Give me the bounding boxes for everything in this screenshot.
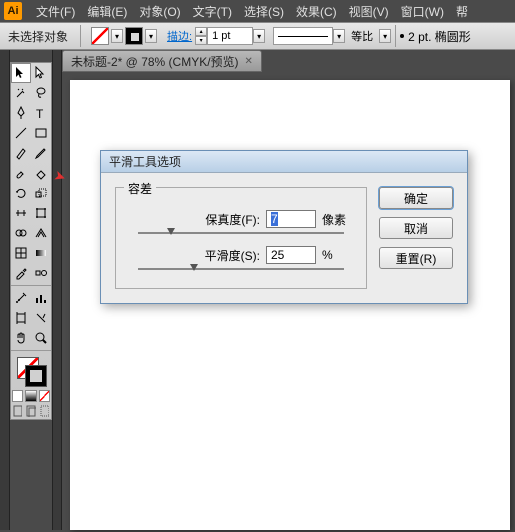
blob-brush-tool[interactable] — [11, 163, 31, 183]
separator — [395, 25, 396, 47]
smoothness-label: 平滑度(S): — [190, 247, 260, 264]
fidelity-slider[interactable] — [138, 232, 344, 234]
ratio-dropdown[interactable]: ▾ — [379, 29, 391, 43]
draw-inside-icon[interactable] — [40, 405, 49, 417]
eyedropper-tool[interactable] — [11, 263, 31, 283]
stroke-dropdown[interactable]: ▾ — [145, 29, 157, 43]
draw-mode-row — [11, 403, 51, 419]
fidelity-input[interactable]: 7 — [266, 210, 316, 228]
fidelity-value: 7 — [271, 212, 278, 226]
fill-dropdown[interactable]: ▾ — [111, 29, 123, 43]
selection-tool[interactable] — [11, 63, 31, 83]
dialog-title: 平滑工具选项 — [101, 151, 467, 173]
ok-button[interactable]: 确定 — [379, 187, 453, 209]
smoothness-unit: % — [322, 248, 352, 262]
close-tab-icon[interactable]: ✕ — [245, 56, 253, 67]
lasso-tool[interactable] — [31, 83, 51, 103]
stroke-link[interactable]: 描边: — [167, 28, 192, 44]
svg-text:T: T — [36, 107, 44, 120]
slice-tool[interactable] — [31, 308, 51, 328]
fill-stroke-swatches: ▾ ▾ — [91, 27, 157, 45]
left-dock-strip-2 — [52, 50, 62, 530]
menu-edit[interactable]: 编辑(E) — [81, 1, 133, 22]
eraser-tool[interactable] — [31, 163, 51, 183]
smooth-tool-options-dialog: 平滑工具选项 容差 保真度(F): 7 像素 平滑度(S): 25 % 确定 取… — [100, 150, 468, 304]
shape-builder-tool[interactable] — [11, 223, 31, 243]
direct-selection-tool[interactable] — [31, 63, 51, 83]
no-selection-label: 未选择对象 — [0, 28, 76, 45]
app-icon: Ai — [4, 2, 22, 20]
brush-preview[interactable] — [273, 27, 333, 45]
paintbrush-tool[interactable] — [11, 143, 31, 163]
symbol-sprayer-tool[interactable] — [11, 288, 31, 308]
artboard-tool[interactable] — [11, 308, 31, 328]
shape-label: 2 pt. 椭圆形 — [408, 28, 471, 45]
smoothness-slider[interactable] — [138, 268, 344, 270]
separator — [80, 25, 81, 47]
draw-normal-icon[interactable] — [13, 405, 22, 417]
gradient-tool[interactable] — [31, 243, 51, 263]
smoothness-value: 25 — [271, 248, 284, 262]
left-dock-strip — [0, 50, 10, 530]
rotate-tool[interactable] — [11, 183, 31, 203]
width-tool[interactable] — [11, 203, 31, 223]
menu-view[interactable]: 视图(V) — [343, 1, 395, 22]
dot-icon — [400, 34, 404, 38]
tolerance-fieldset: 容差 保真度(F): 7 像素 平滑度(S): 25 % — [115, 187, 367, 289]
perspective-grid-tool[interactable] — [31, 223, 51, 243]
ratio-label[interactable]: 等比 — [351, 28, 373, 44]
menu-window[interactable]: 窗口(W) — [395, 1, 450, 22]
fill-stroke-control[interactable] — [11, 353, 51, 389]
color-mode-normal[interactable] — [12, 390, 23, 402]
menu-file[interactable]: 文件(F) — [30, 1, 81, 22]
menu-bar: Ai 文件(F) 编辑(E) 对象(O) 文字(T) 选择(S) 效果(C) 视… — [0, 0, 515, 22]
fidelity-label: 保真度(F): — [190, 211, 260, 228]
fidelity-unit: 像素 — [322, 211, 352, 228]
free-transform-tool[interactable] — [31, 203, 51, 223]
hand-tool[interactable] — [11, 328, 31, 348]
stroke-swatch[interactable] — [125, 27, 143, 45]
fieldset-legend: 容差 — [124, 180, 156, 197]
pencil-tool[interactable] — [31, 143, 51, 163]
tool-separator — [11, 350, 51, 351]
pen-tool[interactable] — [11, 103, 31, 123]
toolbox: T — [10, 62, 52, 420]
pt-dropdown[interactable]: ▾ — [253, 29, 265, 43]
reset-button[interactable]: 重置(R) — [379, 247, 453, 269]
pt-spinner[interactable]: ▴▾ — [195, 27, 207, 45]
menu-select[interactable]: 选择(S) — [238, 1, 290, 22]
column-graph-tool[interactable] — [31, 288, 51, 308]
rectangle-tool[interactable] — [31, 123, 51, 143]
artboard[interactable] — [70, 80, 510, 530]
tool-separator — [11, 285, 51, 286]
magic-wand-tool[interactable] — [11, 83, 31, 103]
menu-help[interactable]: 帮 — [450, 1, 474, 22]
scale-tool[interactable] — [31, 183, 51, 203]
color-mode-gradient[interactable] — [25, 390, 36, 402]
stroke-pt-input[interactable]: 1 pt — [207, 27, 253, 45]
smoothness-input[interactable]: 25 — [266, 246, 316, 264]
menu-type[interactable]: 文字(T) — [187, 1, 238, 22]
color-mode-row — [11, 389, 51, 403]
options-bar: 未选择对象 ▾ ▾ 描边: ▴▾ 1 pt ▾ ▾ 等比 ▾ 2 pt. 椭圆形 — [0, 22, 515, 50]
fill-swatch[interactable] — [91, 27, 109, 45]
zoom-tool[interactable] — [31, 328, 51, 348]
cancel-button[interactable]: 取消 — [379, 217, 453, 239]
shape-profile[interactable]: 2 pt. 椭圆形 — [400, 28, 471, 45]
draw-behind-icon[interactable] — [26, 405, 35, 417]
line-tool[interactable] — [11, 123, 31, 143]
mesh-tool[interactable] — [11, 243, 31, 263]
menu-object[interactable]: 对象(O) — [133, 1, 186, 22]
brush-dropdown[interactable]: ▾ — [333, 29, 345, 43]
type-tool[interactable]: T — [31, 103, 51, 123]
stroke-color-icon[interactable] — [25, 365, 47, 387]
document-tab-label: 未标题-2* @ 78% (CMYK/预览) — [71, 53, 239, 70]
color-mode-none[interactable] — [39, 390, 50, 402]
menu-effect[interactable]: 效果(C) — [290, 1, 343, 22]
document-tab[interactable]: 未标题-2* @ 78% (CMYK/预览) ✕ — [62, 50, 262, 72]
blend-tool[interactable] — [31, 263, 51, 283]
